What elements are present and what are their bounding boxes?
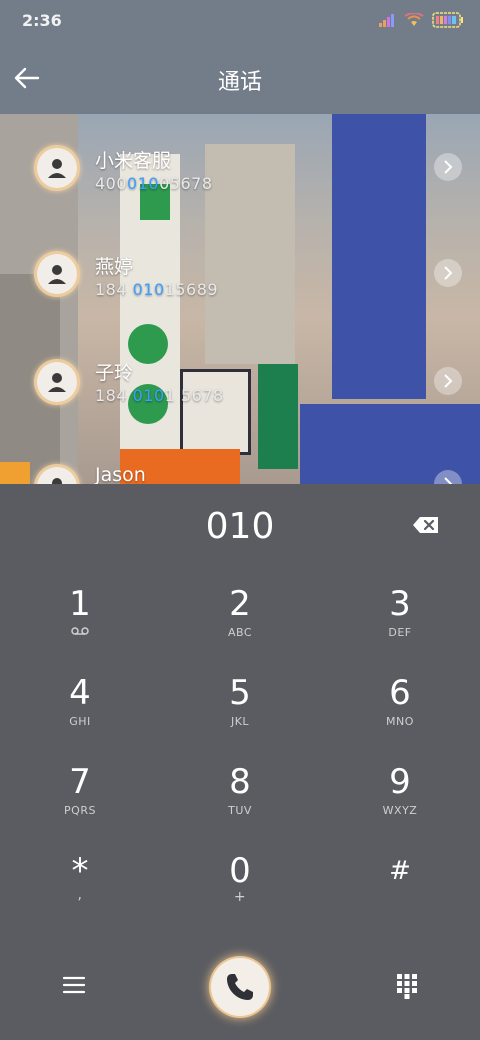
dialpad-icon — [397, 974, 417, 999]
key-1[interactable]: 1 — [0, 584, 160, 672]
avatar — [34, 464, 80, 484]
dial-input[interactable]: 010 — [0, 506, 480, 547]
battery-icon — [432, 12, 463, 28]
person-icon — [48, 265, 66, 284]
backspace-icon — [413, 517, 438, 533]
page-title: 通话 — [217, 70, 262, 95]
key-2[interactable]: 2 ABC — [160, 584, 320, 672]
contact-number: 184 01015689 — [95, 280, 219, 299]
result-row[interactable]: 小米客服 40001005678 — [0, 122, 480, 212]
key-8[interactable]: 8 TUV — [160, 762, 320, 850]
key-9[interactable]: 9 WXYZ — [320, 762, 480, 850]
detail-button[interactable] — [434, 259, 462, 287]
result-row[interactable]: Jason — [0, 444, 480, 484]
phone-icon — [227, 974, 253, 1000]
contact-number: 40001005678 — [95, 174, 213, 193]
contact-number: 184 0101 5678 — [95, 386, 224, 405]
person-icon — [52, 478, 62, 484]
key-6[interactable]: 6 MNO — [320, 673, 480, 761]
call-button[interactable] — [209, 956, 271, 1018]
person-icon — [48, 159, 66, 178]
delete-button[interactable] — [412, 515, 440, 535]
result-row[interactable]: 子玲 184 0101 5678 — [0, 336, 480, 426]
dialer-actions — [0, 944, 480, 1034]
key-4[interactable]: 4 GHI — [0, 673, 160, 761]
menu-icon — [62, 976, 86, 994]
signal-icon — [379, 14, 394, 27]
avatar — [34, 251, 80, 297]
contact-name: 小米客服 — [95, 150, 172, 172]
person-icon — [48, 373, 66, 392]
chevron-right-icon — [444, 477, 453, 484]
detail-button[interactable] — [434, 367, 462, 395]
key-5[interactable]: 5 JKL — [160, 673, 320, 761]
voicemail-icon — [0, 626, 160, 639]
result-row[interactable]: 燕婷 184 01015689 — [0, 228, 480, 318]
key-0[interactable]: 0 + — [160, 851, 320, 939]
avatar — [34, 359, 80, 405]
key-3[interactable]: 3 DEF — [320, 584, 480, 672]
dialpad-toggle-button[interactable] — [396, 973, 418, 999]
wifi-icon — [404, 13, 424, 26]
avatar — [34, 145, 80, 191]
key-7[interactable]: 7 PQRS — [0, 762, 160, 850]
menu-button[interactable] — [60, 973, 88, 997]
status-bar: 2:36 — [0, 0, 480, 42]
contact-name: 子玲 — [95, 362, 134, 384]
detail-button[interactable] — [434, 470, 462, 484]
app-bar: 通话 — [0, 42, 480, 114]
dialer-panel: 010 1 2 ABC 3 DEF 4 GHI 5 JKL 6 MNO 7 PQ… — [0, 484, 480, 1040]
detail-button[interactable] — [434, 153, 462, 181]
search-results: 小米客服 40001005678 燕婷 184 01015689 子玲 184 … — [0, 114, 480, 484]
chevron-right-icon — [444, 160, 453, 174]
chevron-right-icon — [444, 266, 453, 280]
key-star[interactable]: * , — [0, 851, 160, 939]
status-time: 2:36 — [22, 11, 62, 30]
contact-name: 燕婷 — [95, 256, 134, 278]
contact-name: Jason — [95, 464, 146, 484]
key-hash[interactable]: # — [320, 851, 480, 939]
status-icons — [378, 12, 464, 28]
chevron-right-icon — [444, 374, 453, 388]
